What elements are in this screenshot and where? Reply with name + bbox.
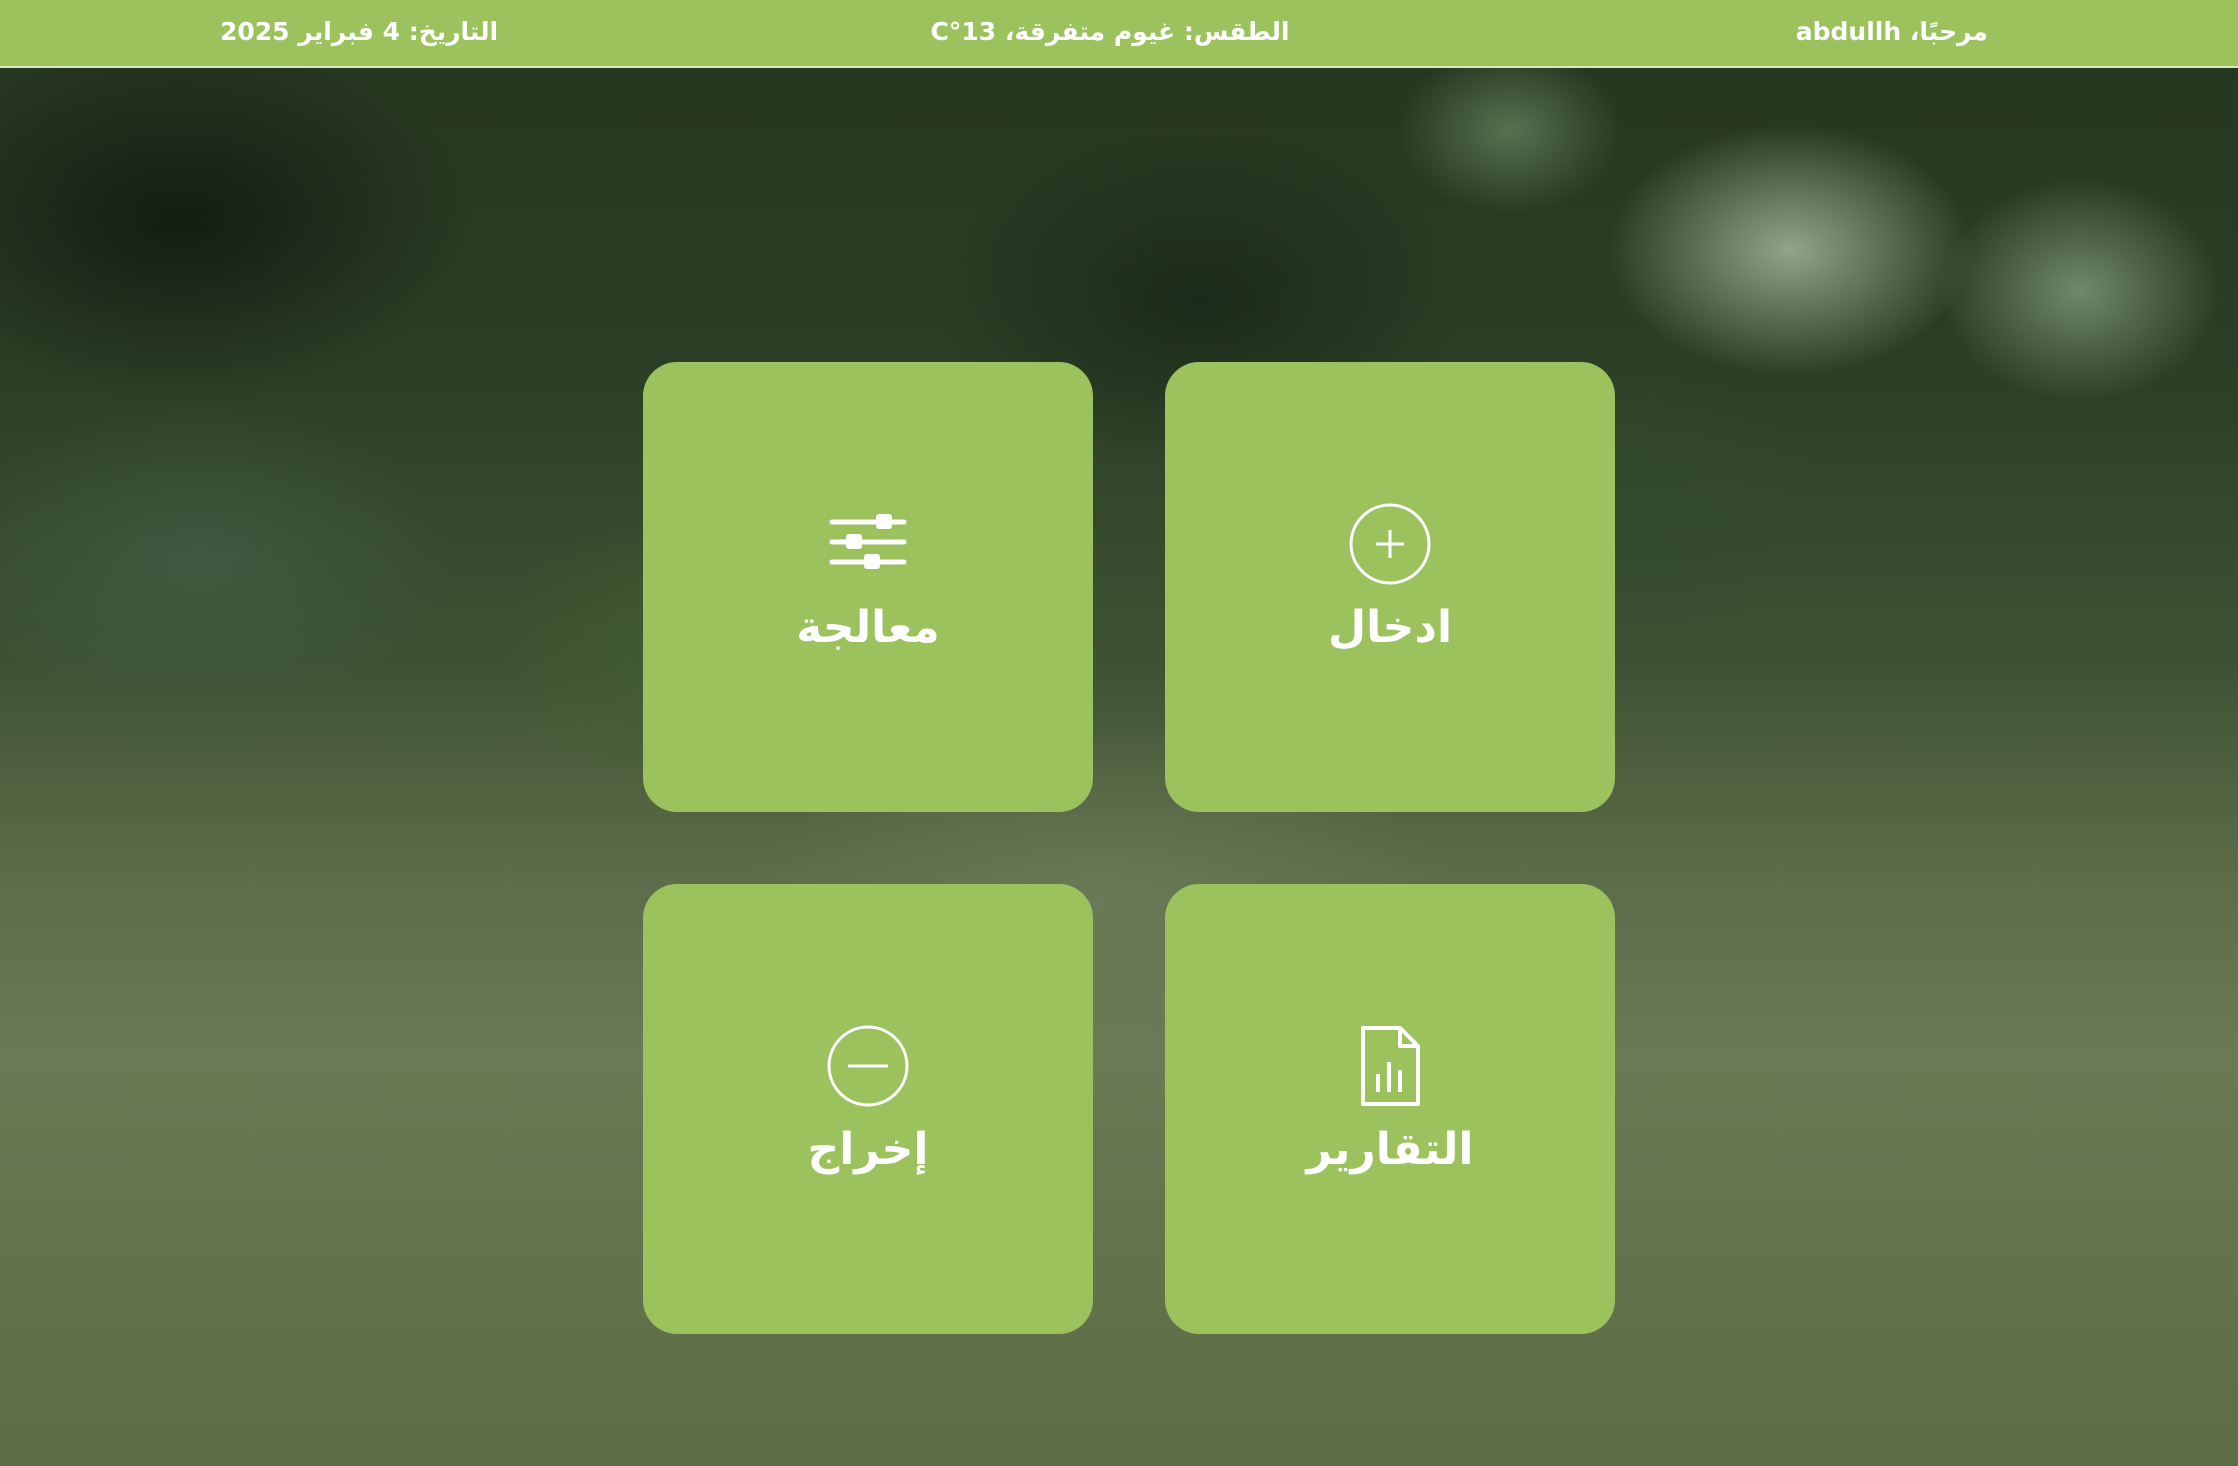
input-label: ادخال <box>1327 602 1453 653</box>
plus-circle-icon <box>1349 503 1431 585</box>
output-tile[interactable]: إخراج <box>643 884 1093 1334</box>
sliders-icon <box>829 514 907 569</box>
input-tile[interactable]: ادخال <box>1165 362 1615 812</box>
date-info: التاريخ: 4 فبراير 2025 <box>220 17 499 46</box>
reports-tile[interactable]: التقارير <box>1165 884 1615 1334</box>
processing-label: معالجة <box>796 602 940 653</box>
user-greeting: مرحبًا، abdullh <box>1795 17 1988 46</box>
weather-info: الطقس: غيوم متفرقة، 13°C <box>930 17 1290 46</box>
report-chart-icon <box>1361 1026 1420 1106</box>
reports-label: التقارير <box>1306 1124 1474 1175</box>
output-label: إخراج <box>807 1124 929 1175</box>
minus-circle-icon <box>827 1025 909 1107</box>
top-bar: مرحبًا، abdullh الطقس: غيوم متفرقة، 13°C… <box>0 0 2238 68</box>
processing-tile[interactable]: معالجة <box>643 362 1093 812</box>
background-image <box>0 0 2238 1466</box>
